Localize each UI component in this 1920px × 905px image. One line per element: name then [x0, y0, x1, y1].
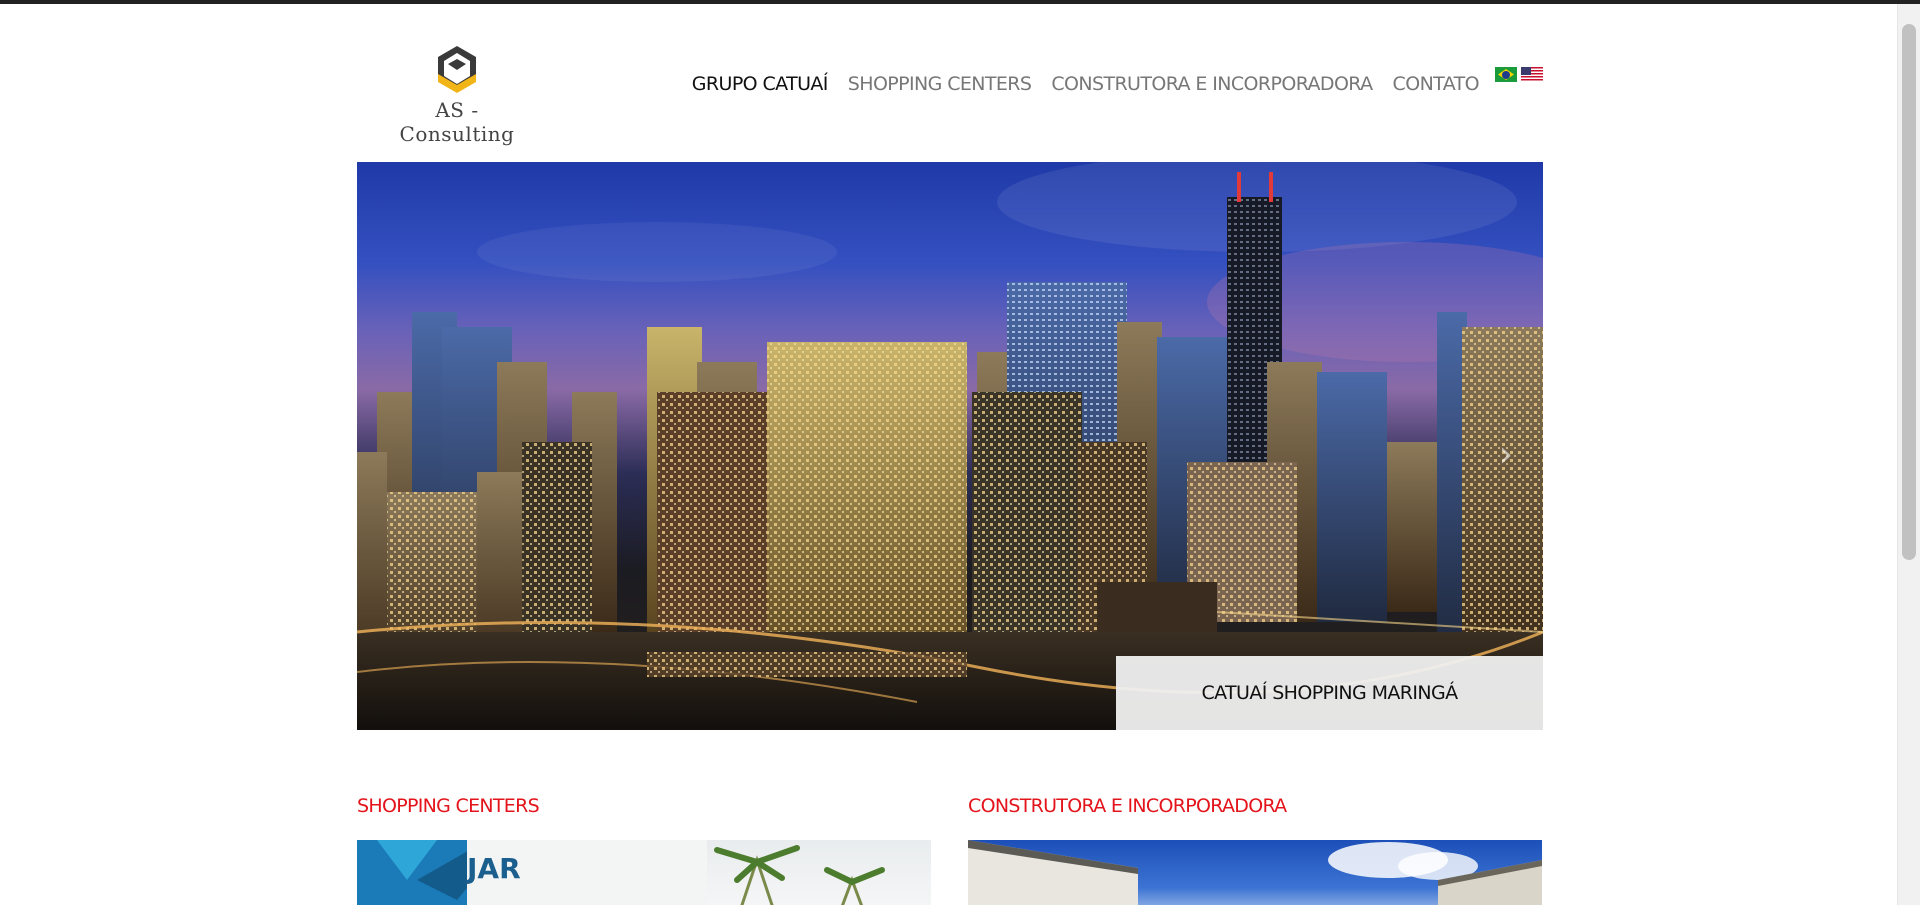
nav-item-shopping-centers[interactable]: SHOPPING CENTERS: [848, 59, 1032, 109]
brazil-flag-icon[interactable]: [1495, 67, 1517, 82]
usa-flag-icon[interactable]: [1521, 67, 1543, 82]
section-title-construtora[interactable]: CONSTRUTORA E INCORPORADORA: [968, 795, 1287, 817]
svg-text:JAR: JAR: [465, 852, 521, 885]
logo-text: AS - Consulting: [399, 98, 515, 146]
construtora-image[interactable]: [968, 840, 1542, 905]
main-nav: GRUPO CATUAÍ SHOPPING CENTERS CONSTRUTOR…: [672, 59, 1543, 109]
logo-mark-icon: [438, 46, 476, 93]
nav-item-contato[interactable]: CONTATO: [1393, 59, 1480, 109]
chevron-right-icon[interactable]: ›: [1499, 434, 1513, 475]
logo[interactable]: AS - Consulting: [377, 44, 537, 146]
section-title-shopping-centers[interactable]: SHOPPING CENTERS: [357, 795, 540, 817]
nav-item-construtora[interactable]: CONSTRUTORA E INCORPORADORA: [1051, 59, 1373, 109]
slide-caption[interactable]: CATUAÍ SHOPPING MARINGÁ: [1116, 656, 1543, 730]
vertical-scrollbar[interactable]: [1897, 4, 1920, 905]
nav-item-grupo-catuai[interactable]: GRUPO CATUAÍ: [692, 59, 829, 109]
slide-caption-text: CATUAÍ SHOPPING MARINGÁ: [1201, 682, 1458, 704]
building-construction-image: [968, 840, 1542, 905]
language-switcher: [1495, 67, 1543, 82]
shopping-mall-image: JAR: [357, 840, 885, 905]
city-skyline-image: [357, 162, 1543, 730]
scrollbar-thumb[interactable]: [1902, 24, 1916, 560]
shopping-centers-image[interactable]: JAR: [357, 840, 931, 905]
hero-slider[interactable]: › CATUAÍ SHOPPING MARINGÁ: [357, 162, 1543, 730]
page: AS - Consulting GRUPO CATUAÍ SHOPPING CE…: [0, 4, 1898, 905]
